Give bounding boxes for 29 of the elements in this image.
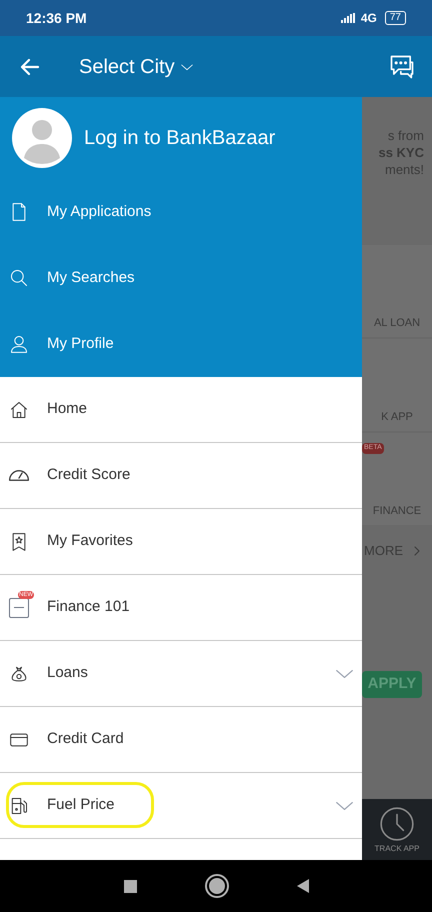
city-selector[interactable]: Select City — [79, 52, 195, 82]
recents-icon[interactable] — [124, 880, 136, 892]
account-menu-item[interactable]: My Applications — [0, 179, 362, 245]
chat-icon — [388, 52, 416, 80]
drawer-menu-item[interactable]: Fuel Price — [0, 773, 362, 838]
status-time: 12:36 PM — [26, 8, 87, 28]
account-menu-item[interactable]: My Profile — [0, 311, 362, 377]
track-app-button[interactable]: TRACK APP — [362, 799, 432, 860]
account-menu-item[interactable]: My Searches — [0, 245, 362, 311]
network-label: 4G — [360, 10, 377, 27]
signal-icon — [340, 13, 357, 23]
home-button-icon[interactable] — [206, 876, 226, 896]
search-icon — [9, 268, 29, 288]
login-row[interactable]: Log in to BankBazaar — [0, 97, 362, 179]
speedometer-icon — [9, 470, 29, 481]
drawer-menu-item[interactable]: Credit Score — [0, 443, 362, 508]
drawer-menu-item[interactable]: Loans — [0, 641, 362, 706]
fuel-pump-icon — [9, 796, 29, 816]
drawer-menu-item[interactable]: My Favorites — [0, 509, 362, 574]
drawer-menu-item[interactable]: Credit Card — [0, 707, 362, 772]
avatar-icon — [12, 108, 72, 168]
chevron-down-icon — [336, 670, 353, 678]
chevron-down-icon — [336, 802, 353, 810]
drawer-menu-item[interactable]: Home — [0, 377, 362, 442]
person-icon — [9, 334, 29, 354]
back-icon[interactable] — [296, 879, 308, 893]
clock-icon — [378, 804, 416, 842]
battery-icon: 77 — [384, 11, 406, 25]
home-icon — [9, 400, 29, 420]
